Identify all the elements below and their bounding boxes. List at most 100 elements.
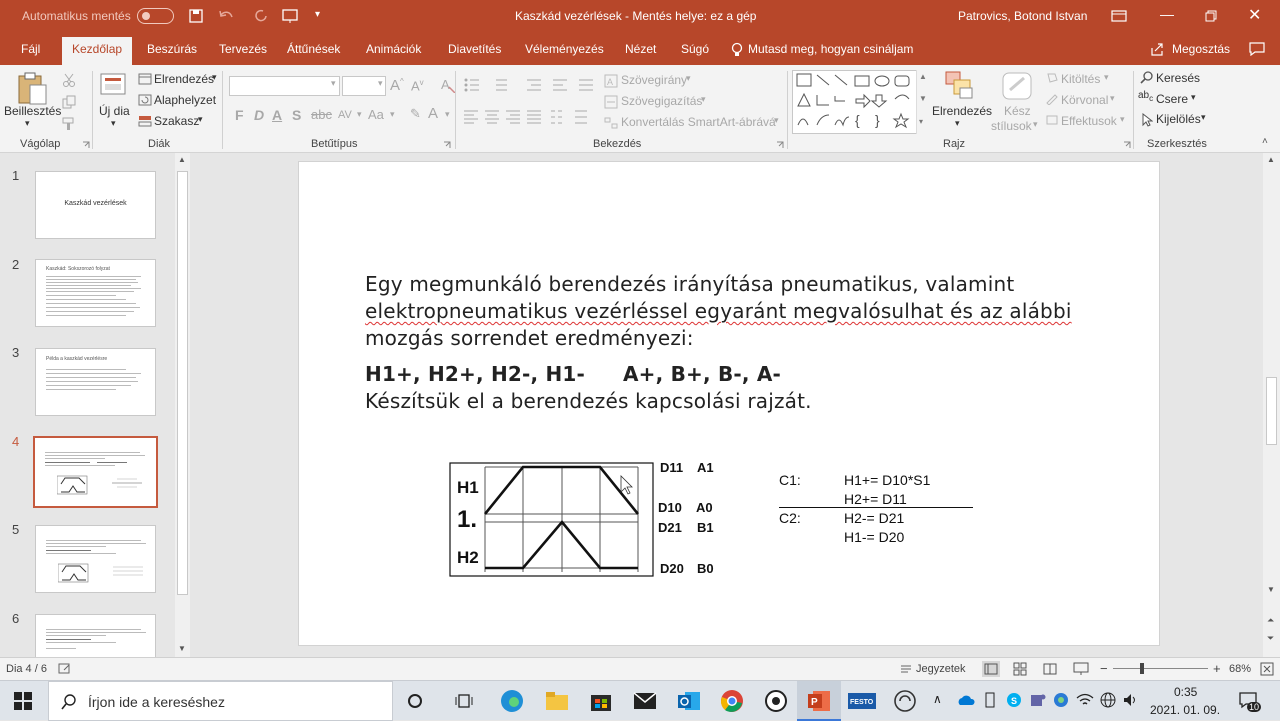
tab-home[interactable]: Kezdőlap: [62, 37, 133, 65]
slide-thumbnail-6[interactable]: [35, 614, 156, 657]
shape-effects-icon[interactable]: [1045, 114, 1059, 126]
zoom-slider-thumb[interactable]: [1140, 663, 1144, 674]
copy-icon[interactable]: [62, 95, 76, 109]
mail-icon[interactable]: [633, 689, 657, 713]
shape-fill-icon[interactable]: [1045, 72, 1059, 84]
autosave-toggle[interactable]: [137, 8, 174, 24]
layout-icon[interactable]: [138, 73, 152, 85]
current-slide[interactable]: Egy megmunkáló berendezés irányítása pne…: [298, 161, 1160, 646]
bold-button[interactable]: F: [235, 107, 244, 123]
save-icon[interactable]: [189, 9, 203, 23]
slide-position[interactable]: Dia 4 / 6: [6, 663, 47, 675]
font-color-icon[interactable]: A: [428, 105, 438, 122]
customize-toolbar-icon[interactable]: ▾: [315, 9, 320, 20]
tab-animations[interactable]: Animációk: [366, 42, 421, 56]
fit-to-window-icon[interactable]: [1260, 662, 1274, 676]
font-name-dropdown-icon[interactable]: ▾: [331, 78, 336, 89]
section-button[interactable]: Szakasz: [154, 114, 199, 128]
shadow-button[interactable]: S: [292, 107, 301, 123]
slide-thumbnail-3[interactable]: Példa a kaszkád vezérlésre: [35, 348, 156, 416]
obs-icon[interactable]: [764, 689, 788, 713]
redo-icon[interactable]: [254, 9, 268, 23]
restore-icon[interactable]: [1205, 10, 1217, 22]
align-text-button[interactable]: Szövegigazítás: [621, 94, 702, 108]
file-explorer-icon[interactable]: [545, 689, 569, 713]
tab-insert[interactable]: Beszúrás: [147, 42, 197, 56]
zoom-in-button[interactable]: +: [1213, 661, 1221, 676]
windows-start-icon[interactable]: [14, 692, 32, 710]
clock-time[interactable]: 0:35: [1174, 685, 1197, 699]
paste-label[interactable]: Beillesztés: [4, 104, 61, 118]
zoom-out-button[interactable]: −: [1100, 661, 1108, 676]
powerpoint-taskbar-button[interactable]: P: [797, 681, 841, 721]
language-globe-icon[interactable]: [1100, 692, 1116, 708]
shapes-gallery[interactable]: {}: [792, 70, 928, 134]
find-button[interactable]: Keresés: [1156, 71, 1200, 85]
show-hidden-icons-icon[interactable]: ∧: [933, 692, 942, 706]
editor-scroll-thumb[interactable]: [1266, 377, 1277, 445]
layout-dropdown-icon[interactable]: ▾: [212, 72, 217, 83]
clear-formatting-icon[interactable]: A: [440, 77, 456, 93]
tab-review[interactable]: Véleményezés: [525, 42, 604, 56]
tell-me-search[interactable]: Mutasd meg, hogyan csináljam: [748, 42, 913, 56]
font-launcher-icon[interactable]: [443, 141, 451, 149]
quick-styles-label-1[interactable]: Kész: [1004, 104, 1031, 118]
underline-button[interactable]: A: [272, 107, 282, 123]
tab-file[interactable]: Fájl: [21, 42, 40, 56]
shape-outline-icon[interactable]: [1045, 93, 1059, 105]
notes-button[interactable]: Jegyzetek: [916, 663, 966, 675]
layout-button[interactable]: Elrendezés: [154, 72, 214, 86]
find-icon[interactable]: [1140, 71, 1153, 84]
smartart-button[interactable]: Konvertálás SmartArt-ábrává: [621, 115, 776, 129]
zoom-level[interactable]: 68%: [1229, 663, 1251, 675]
quick-styles-icon[interactable]: [1000, 70, 1034, 102]
onedrive-icon[interactable]: [957, 693, 975, 707]
wifi-icon[interactable]: [1076, 692, 1094, 708]
reset-icon[interactable]: [138, 94, 152, 106]
zoom-slider[interactable]: [1113, 668, 1208, 669]
quick-styles-label-2[interactable]: stílusok: [991, 119, 1032, 133]
slide-thumbnail-4[interactable]: [33, 436, 158, 508]
undo-icon[interactable]: [218, 9, 234, 23]
replace-icon[interactable]: abc: [1138, 90, 1153, 103]
ribbon-display-options-icon[interactable]: [1111, 10, 1127, 22]
new-slide-dropdown-icon[interactable]: ▾: [111, 118, 116, 129]
list-buttons[interactable]: [463, 77, 595, 93]
slide-thumbnail-1[interactable]: Kaszkád vezérlések: [35, 171, 156, 239]
new-slide-label[interactable]: Új dia: [99, 104, 130, 118]
reading-view-icon[interactable]: [1043, 662, 1057, 676]
user-name[interactable]: Patrovics, Botond Istvan: [958, 9, 1087, 23]
paragraph-line-3[interactable]: mozgás sorrendet eredményezi:: [365, 326, 694, 350]
alignment-buttons[interactable]: [463, 109, 595, 125]
slideshow-view-icon[interactable]: [1073, 662, 1089, 676]
strikethrough-button[interactable]: abc: [311, 107, 332, 122]
smartart-icon[interactable]: [604, 116, 618, 130]
share-button[interactable]: Megosztás: [1172, 42, 1230, 56]
task-line[interactable]: Készítsük el a berendezés kapcsolási raj…: [365, 389, 812, 413]
present-from-start-icon[interactable]: [282, 8, 298, 24]
paragraph-launcher-icon[interactable]: [776, 141, 784, 149]
minimize-icon[interactable]: —: [1160, 6, 1174, 22]
font-size-dropdown-icon[interactable]: ▾: [378, 78, 383, 89]
comments-icon[interactable]: [1249, 42, 1265, 56]
tab-help[interactable]: Súgó: [681, 42, 709, 56]
teams-icon[interactable]: [1030, 692, 1046, 708]
slide-thumbnail-5[interactable]: [35, 525, 156, 593]
clock-date[interactable]: 2021. 01. 09.: [1150, 703, 1220, 717]
sequence-ab[interactable]: A+, B+, B-, A-: [623, 362, 781, 386]
shapes-gallery-scroll[interactable]: ▲ ▼ ▾: [916, 70, 928, 134]
reset-button[interactable]: Alaphelyzet: [154, 93, 216, 107]
grow-font-icon[interactable]: A^: [390, 77, 404, 94]
replace-button[interactable]: Csere: [1156, 92, 1188, 106]
shape-effects-button[interactable]: Effektusok: [1061, 114, 1117, 128]
thumbnail-scrollbar[interactable]: ▲ ▼: [175, 153, 190, 657]
tab-slideshow[interactable]: Diavetítés: [448, 42, 501, 56]
align-text-icon[interactable]: [604, 95, 618, 109]
edge-icon[interactable]: [500, 689, 524, 713]
tab-view[interactable]: Nézet: [625, 42, 656, 56]
next-slide-icon[interactable]: ⏷: [1267, 633, 1274, 644]
cut-icon[interactable]: [62, 73, 76, 87]
screen-recorder-icon[interactable]: [893, 689, 917, 713]
slide-sorter-icon[interactable]: [1013, 662, 1027, 676]
section-icon[interactable]: [138, 115, 152, 127]
